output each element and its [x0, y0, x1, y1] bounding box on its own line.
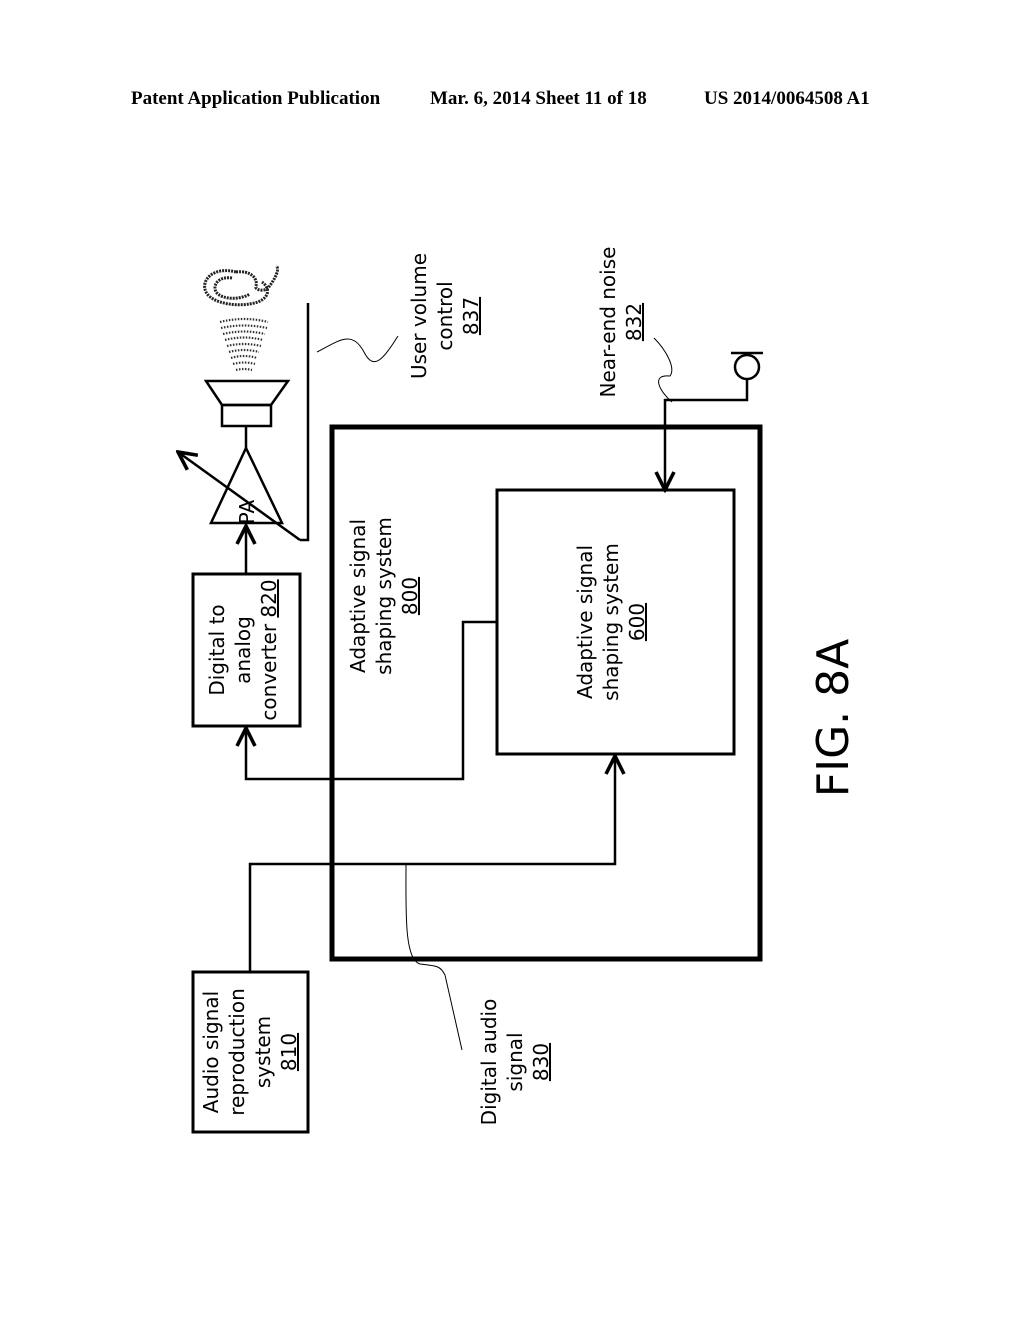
noise-callout-label: Near-end noise 832: [596, 247, 646, 398]
svg-text:Audio signal: Audio signal: [199, 991, 223, 1113]
volume-callout-label: User volume control 837: [407, 253, 483, 379]
svg-text:signal: signal: [503, 1032, 527, 1091]
digital-audio-ref: 830: [529, 1043, 553, 1081]
speaker-icon: [203, 379, 291, 428]
svg-text:Digital audio: Digital audio: [477, 999, 501, 1126]
svg-text:Adaptive signal: Adaptive signal: [346, 519, 370, 673]
outer-system-label: Adaptive signal shaping system 800: [346, 517, 422, 675]
audio-source-ref: 810: [277, 1033, 301, 1071]
svg-text:control: control: [433, 281, 457, 350]
block-diagram: PA Digital to analog converter 820 Adapt…: [0, 247, 859, 1134]
volume-control-bracket: [300, 303, 310, 542]
sound-waves-icon: [219, 317, 269, 372]
outer-system-box: [329, 424, 763, 962]
svg-text:Adaptive signal: Adaptive signal: [573, 545, 597, 699]
microphone-icon: [665, 351, 763, 490]
outer-system-ref: 800: [398, 577, 422, 615]
audio-source-label: Audio signal reproduction system 810: [199, 988, 301, 1115]
svg-text:analog: analog: [231, 616, 255, 684]
noise-ref: 832: [622, 303, 646, 341]
svg-text:shaping system: shaping system: [599, 543, 623, 701]
noise-callout-leader: [653, 337, 673, 403]
dac-label: Digital to analog converter 820: [205, 579, 281, 720]
digital-audio-callout-label: Digital audio signal 830: [477, 999, 553, 1126]
svg-text:reproduction: reproduction: [225, 988, 249, 1115]
svg-text:User volume: User volume: [407, 253, 431, 379]
dac-ref: 820: [257, 579, 281, 617]
svg-text:shaping system: shaping system: [372, 517, 396, 675]
ear-icon: [203, 264, 280, 307]
svg-text:Digital to: Digital to: [205, 604, 229, 695]
svg-text:converter 820: converter 820: [257, 579, 281, 720]
svg-text:Near-end noise: Near-end noise: [596, 247, 620, 398]
inner-system-ref: 600: [625, 603, 649, 641]
volume-ref: 837: [459, 297, 483, 335]
volume-callout-leader: [316, 335, 399, 363]
digital-audio-line: [248, 756, 615, 972]
inner-system-label: Adaptive signal shaping system 600: [573, 543, 649, 701]
figure-label: FIG. 8A: [808, 639, 859, 797]
svg-text:system: system: [251, 1016, 275, 1088]
